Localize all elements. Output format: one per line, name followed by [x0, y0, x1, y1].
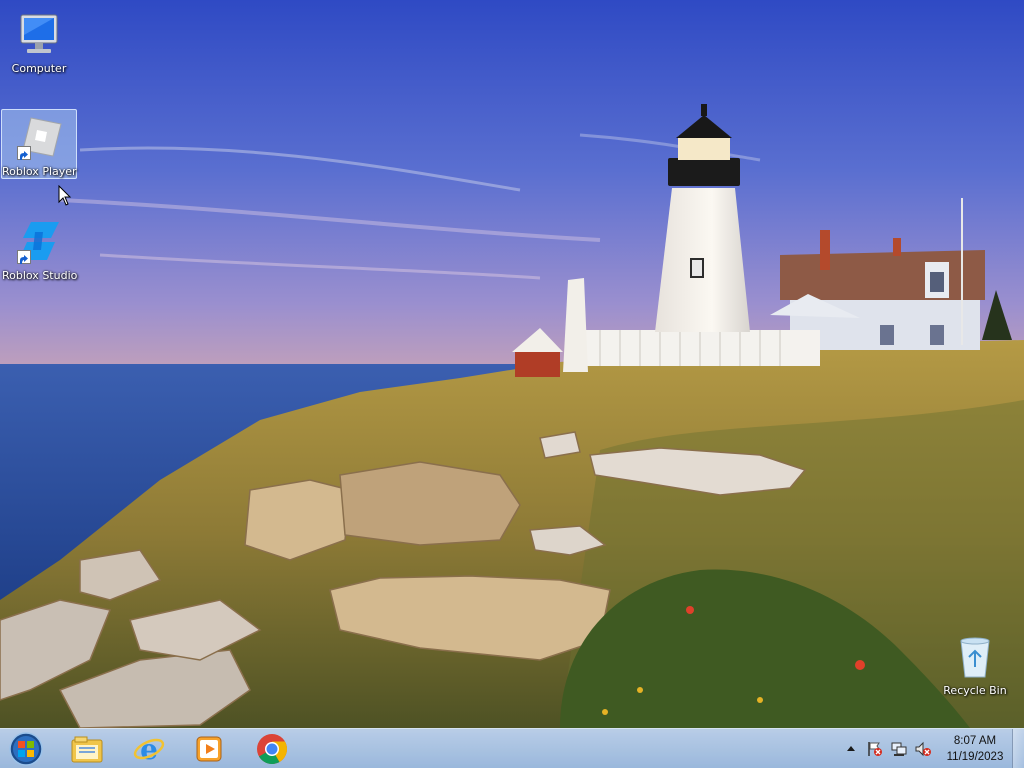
- google-chrome-icon: [257, 734, 287, 765]
- desktop-icon-recycle-bin[interactable]: Recycle Bin: [937, 628, 1013, 698]
- desktop-icon-computer[interactable]: Computer: [1, 6, 77, 76]
- clock-date: 11/19/2023: [946, 751, 1004, 763]
- desktop-icon-roblox-player[interactable]: Roblox Player: [1, 109, 77, 179]
- mouse-cursor-icon: [58, 185, 72, 206]
- desktop-icon-label: Recycle Bin: [943, 684, 1007, 697]
- taskbar: e 8:07 AM 11/19/2023: [0, 728, 1024, 768]
- taskbar-internet-explorer[interactable]: e: [122, 731, 176, 767]
- network-icon[interactable]: [891, 741, 907, 757]
- desktop-icon-label: Roblox Player: [2, 165, 77, 178]
- desktop-icon-label: Roblox Studio: [2, 269, 78, 282]
- recycle-bin-icon: [951, 633, 999, 681]
- roblox-player-icon: [15, 114, 63, 162]
- computer-icon: [15, 11, 63, 59]
- system-clock[interactable]: 8:07 AM 11/19/2023: [940, 733, 1010, 765]
- volume-muted-icon[interactable]: [915, 741, 931, 757]
- shortcut-arrow-icon: [17, 250, 31, 264]
- taskbar-windows-media-player[interactable]: [182, 731, 236, 767]
- clock-time: 8:07 AM: [953, 735, 997, 747]
- internet-explorer-icon: e: [133, 733, 165, 765]
- show-hidden-icons-icon[interactable]: [843, 741, 859, 757]
- windows-explorer-icon: [71, 736, 103, 763]
- desktop-icon-label: Computer: [11, 62, 67, 75]
- taskbar-windows-explorer[interactable]: [60, 731, 114, 767]
- start-orb-icon: [9, 732, 43, 766]
- taskbar-google-chrome[interactable]: [245, 731, 299, 767]
- roblox-studio-icon: [15, 218, 63, 266]
- action-center-flag-icon[interactable]: [867, 741, 883, 757]
- show-desktop-button[interactable]: [1012, 729, 1024, 768]
- svg-text:e: e: [140, 733, 158, 765]
- start-button[interactable]: [6, 731, 46, 767]
- desktop-wallpaper: [0, 0, 1024, 729]
- shortcut-arrow-icon: [17, 146, 31, 160]
- desktop-icon-roblox-studio[interactable]: Roblox Studio: [1, 213, 77, 283]
- windows-media-player-icon: [196, 736, 222, 762]
